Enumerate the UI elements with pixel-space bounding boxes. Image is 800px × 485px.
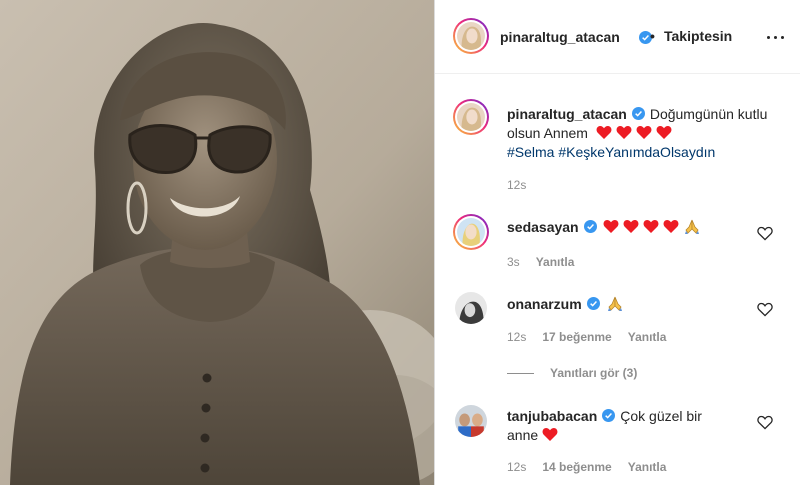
comment-like-heart-icon[interactable] [757, 226, 773, 241]
caption-avatar-image [457, 103, 485, 131]
red-heart-emoji-icon [603, 219, 619, 234]
author-avatar-image [457, 22, 485, 50]
red-heart-emoji-icon [636, 125, 652, 140]
caption-username[interactable]: pinaraltug_atacan [507, 106, 627, 122]
follow-status-button[interactable]: Takiptesin [664, 28, 732, 44]
post-side-panel: pinaraltug_atacan • Takiptesin pinaraltu… [434, 0, 800, 485]
caption-time[interactable]: 12s [507, 178, 526, 192]
comment-avatar-sedasayan[interactable] [453, 214, 489, 250]
red-heart-emoji-icon [643, 219, 659, 234]
red-heart-emoji-icon [623, 219, 639, 234]
likes-count[interactable]: 17 beğenme [542, 330, 611, 344]
reply-button[interactable]: Yanıtla [536, 255, 575, 269]
red-heart-emoji-icon [663, 219, 679, 234]
comment-onanarzum: onanarzum [507, 295, 747, 314]
author-avatar[interactable] [453, 18, 489, 54]
more-options-icon[interactable] [765, 30, 787, 46]
comment-sedasayan: sedasayan [507, 218, 747, 237]
folded-hands-emoji-icon [683, 218, 701, 235]
comments-section: pinaraltug_atacan Doğumgünün kutlu olsun … [435, 75, 800, 485]
comment-avatar-tanjubabacan[interactable] [455, 405, 487, 437]
comment-tanjubabacan: tanjubabacan Çok güzel bir anne [507, 407, 747, 445]
comment-text: anne [507, 427, 539, 443]
comment-meta: 12s 17 beğenme Yanıtla [507, 330, 666, 344]
header-separator: • [650, 28, 655, 44]
verified-badge-icon [583, 220, 597, 233]
red-heart-emoji-icon [656, 125, 672, 140]
likes-count[interactable]: 14 beğenme [542, 460, 611, 474]
reply-button[interactable]: Yanıtla [628, 460, 667, 474]
hashtag-link[interactable]: #Selma [507, 144, 554, 160]
comment-time[interactable]: 3s [507, 255, 520, 269]
view-replies-label: Yanıtları gör (3) [550, 366, 638, 380]
comment-username[interactable]: onanarzum [507, 296, 582, 312]
comment-like-heart-icon[interactable] [757, 302, 773, 317]
comment-time[interactable]: 12s [507, 330, 526, 344]
comment-text: Çok güzel bir [620, 408, 702, 424]
author-username[interactable]: pinaraltug_atacan [500, 29, 620, 45]
verified-badge-icon [631, 107, 645, 120]
post-caption: pinaraltug_atacan Doğumgünün kutlu olsun … [507, 105, 789, 162]
comment-time[interactable]: 12s [507, 460, 526, 474]
red-heart-emoji-icon [542, 427, 558, 442]
reply-button[interactable]: Yanıtla [628, 330, 667, 344]
folded-hands-emoji-icon [606, 295, 624, 312]
comment-meta: 12s 14 beğenme Yanıtla [507, 460, 666, 474]
vintage-portrait-photo [0, 0, 434, 485]
verified-badge-icon [602, 409, 616, 422]
caption-avatar[interactable] [453, 99, 489, 135]
comment-like-heart-icon[interactable] [757, 415, 773, 430]
verified-badge-icon [586, 297, 600, 310]
comment-meta: 3s Yanıtla [507, 255, 574, 269]
comment-avatar-onanarzum[interactable] [455, 292, 487, 324]
view-replies-button[interactable]: Yanıtları gör (3) [507, 366, 637, 380]
post-header: pinaraltug_atacan • Takiptesin [435, 0, 800, 74]
red-heart-emoji-icon [616, 125, 632, 140]
post-photo[interactable] [0, 0, 434, 485]
comment-username[interactable]: sedasayan [507, 219, 579, 235]
caption-meta: 12s [507, 178, 526, 192]
instagram-post-view: pinaraltug_atacan • Takiptesin pinaraltu… [0, 0, 800, 485]
red-heart-emoji-icon [596, 125, 612, 140]
comment-username[interactable]: tanjubabacan [507, 408, 597, 424]
replies-divider-line [507, 373, 534, 375]
hashtag-link[interactable]: #KeşkeYanımdaOlsaydın [558, 144, 715, 160]
comment-avatar-image [457, 218, 485, 246]
